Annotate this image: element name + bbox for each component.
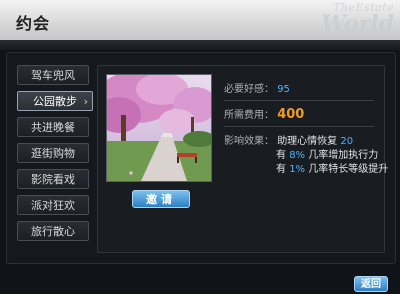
menu-item-travel[interactable]: 旅行散心 <box>17 221 89 241</box>
menu-item-label: 逛街购物 <box>31 147 75 160</box>
required-favor-row: 必要好感： 95 <box>224 80 380 97</box>
effect-label: 影响效果： <box>224 136 274 147</box>
cost-value: 400 <box>277 107 305 122</box>
date-dialog: 约会 TheEstate World 驾车兜风 公园散步 › 共进晚餐 逛街购物… <box>0 0 400 294</box>
required-favor-label: 必要好感： <box>224 84 274 95</box>
menu-item-label: 公园散步 <box>33 95 77 108</box>
title-bar: 约会 TheEstate World <box>0 0 400 41</box>
menu-item-label: 旅行散心 <box>31 225 75 238</box>
effect-row: 有 8% 几率增加执行力 <box>224 146 380 161</box>
effect-text: 有 <box>276 164 286 175</box>
logo-line-2: World <box>321 11 394 37</box>
menu-item-label: 共进晚餐 <box>31 121 75 134</box>
divider <box>224 126 374 127</box>
menu-item-cinema[interactable]: 影院看戏 <box>17 169 89 189</box>
effect-value: 1% <box>289 164 306 175</box>
activity-detail: 邀请 必要好感： 95 所需费用： 400 影响效果： 助理心情恢复 20 有 … <box>97 65 388 253</box>
cost-row: 所需费用： 400 <box>224 106 380 123</box>
game-logo: TheEstate World <box>321 2 394 35</box>
divider <box>224 100 374 101</box>
park-scene-image <box>106 74 212 182</box>
required-favor-value: 95 <box>277 84 290 95</box>
main-panel: 驾车兜风 公园散步 › 共进晚餐 逛街购物 影院看戏 派对狂欢 旅行散心 邀请 … <box>6 52 396 264</box>
menu-item-shopping[interactable]: 逛街购物 <box>17 143 89 163</box>
date-activity-menu: 驾车兜风 公园散步 › 共进晚餐 逛街购物 影院看戏 派对狂欢 旅行散心 <box>17 65 95 247</box>
menu-item-label: 影院看戏 <box>31 173 75 186</box>
menu-item-label: 驾车兜风 <box>31 69 75 82</box>
dialog-title: 约会 <box>16 14 51 33</box>
title-shadow-bar <box>0 40 400 50</box>
effect-text: 几率特长等级提升 <box>308 164 389 175</box>
menu-item-dinner[interactable]: 共进晚餐 <box>17 117 89 137</box>
menu-item-park-walk[interactable]: 公园散步 › <box>17 91 93 111</box>
effect-row: 有 1% 几率特长等级提升 <box>224 160 388 175</box>
menu-item-label: 派对狂欢 <box>31 199 75 212</box>
activity-info: 必要好感： 95 所需费用： 400 影响效果： 助理心情恢复 20 有 8% … <box>224 80 388 175</box>
chevron-right-icon: › <box>83 95 88 108</box>
park-illustration <box>107 75 211 181</box>
invite-button[interactable]: 邀请 <box>132 190 190 208</box>
menu-item-party[interactable]: 派对狂欢 <box>17 195 89 215</box>
effect-row: 影响效果： 助理心情恢复 20 <box>224 132 380 147</box>
return-button[interactable]: 返回 <box>354 276 388 292</box>
effects-block: 影响效果： 助理心情恢复 20 有 8% 几率增加执行力 有 1% 几率特长等级… <box>224 132 388 175</box>
cost-label: 所需费用： <box>224 110 274 121</box>
menu-item-drive[interactable]: 驾车兜风 <box>17 65 89 85</box>
